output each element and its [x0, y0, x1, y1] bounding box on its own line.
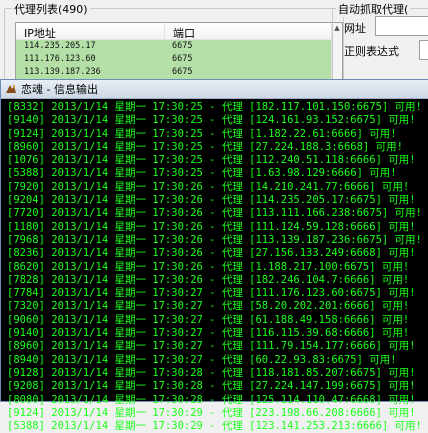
log-line: [8940] 2013/1/14 星期一 17:30:27 - 代理 [60.2…	[7, 353, 397, 366]
log-line: [7784] 2013/1/14 星期一 17:30:27 - 代理 [111.…	[7, 287, 416, 300]
cell-ip: 113.139.187.236	[24, 67, 101, 77]
console-titlebar[interactable]: 恋魂 - 信息输出	[1, 80, 428, 99]
table-header: IP地址 端口	[16, 23, 342, 40]
log-line: [8080] 2013/1/14 星期一 17:30:28 - 代理 [125.…	[7, 393, 416, 406]
info-output-window: 恋魂 - 信息输出 [8332] 2013/1/14 星期一 17:30:25 …	[0, 79, 428, 432]
log-line: [9208] 2013/1/14 星期一 17:30:28 - 代理 [27.2…	[7, 380, 416, 393]
regex-label: 正则表达式	[344, 45, 399, 58]
log-line: [8620] 2013/1/14 星期一 17:30:26 - 代理 [1.18…	[7, 260, 410, 273]
log-line: [9124] 2013/1/14 星期一 17:30:29 - 代理 [223.…	[7, 406, 416, 419]
table-row[interactable]: 113.139.187.236 6675	[16, 66, 342, 79]
log-line: [1076] 2013/1/14 星期一 17:30:25 - 代理 [112.…	[7, 154, 416, 167]
cell-port: 6675	[172, 54, 193, 64]
log-line: [9204] 2013/1/14 星期一 17:30:26 - 代理 [114.…	[7, 194, 416, 207]
console-title: 恋魂 - 信息输出	[21, 83, 98, 96]
log-line: [7920] 2013/1/14 星期一 17:30:26 - 代理 [14.2…	[7, 180, 410, 193]
log-line: [8960] 2013/1/14 星期一 17:30:27 - 代理 [111.…	[7, 340, 416, 353]
cell-port: 6675	[172, 67, 193, 77]
log-line: [7720] 2013/1/14 星期一 17:30:26 - 代理 [113.…	[7, 207, 422, 220]
url-label: 网址	[344, 22, 366, 35]
proxy-list-title: 代理列表(490)	[12, 1, 90, 17]
log-line: [7320] 2013/1/14 星期一 17:30:27 - 代理 [58.2…	[7, 300, 410, 313]
column-header-port[interactable]: 端口	[165, 23, 273, 40]
cell-port: 6675	[172, 41, 193, 51]
log-line: [1180] 2013/1/14 星期一 17:30:26 - 代理 [111.…	[7, 220, 416, 233]
table-row[interactable]: 114.235.205.17 6675	[16, 40, 342, 53]
url-input[interactable]	[375, 16, 428, 36]
log-line: [9140] 2013/1/14 星期一 17:30:25 - 代理 [124.…	[7, 114, 416, 127]
log-line: [5388] 2013/1/14 星期一 17:30:25 - 代理 [1.63…	[7, 167, 397, 180]
column-header-ip[interactable]: IP地址	[16, 23, 165, 40]
log-line: [7828] 2013/1/14 星期一 17:30:26 - 代理 [182.…	[7, 273, 410, 286]
cell-ip: 114.235.205.17	[24, 41, 96, 51]
log-line: [9128] 2013/1/14 星期一 17:30:28 - 代理 [118.…	[7, 366, 416, 379]
log-line: [8960] 2013/1/14 星期一 17:30:25 - 代理 [27.2…	[7, 140, 403, 153]
log-line: [7968] 2013/1/14 星期一 17:30:26 - 代理 [113.…	[7, 233, 422, 246]
regex-input[interactable]	[419, 40, 428, 60]
log-line: [9060] 2013/1/14 星期一 17:30:27 - 代理 [61.1…	[7, 313, 410, 326]
table-row[interactable]: 111.176.123.60 6675	[16, 53, 342, 66]
log-line: [5388] 2013/1/14 星期一 17:30:29 - 代理 [123.…	[7, 420, 422, 433]
cell-ip: 111.176.123.60	[24, 54, 96, 64]
app-icon	[5, 83, 17, 95]
log-line: [9140] 2013/1/14 星期一 17:30:27 - 代理 [116.…	[7, 327, 410, 340]
log-line: [8332] 2013/1/14 星期一 17:30:25 - 代理 [182.…	[7, 101, 422, 113]
console-output: [8332] 2013/1/14 星期一 17:30:25 - 代理 [182.…	[1, 99, 428, 433]
log-line: [9124] 2013/1/14 星期一 17:30:25 - 代理 [1.18…	[7, 127, 397, 140]
auto-fetch-title: 自动抓取代理(	[336, 1, 411, 17]
proxy-list-table[interactable]: IP地址 端口 114.235.205.17 6675 111.176.123.…	[15, 22, 343, 86]
log-line: [8236] 2013/1/14 星期一 17:30:26 - 代理 [27.1…	[7, 247, 416, 260]
